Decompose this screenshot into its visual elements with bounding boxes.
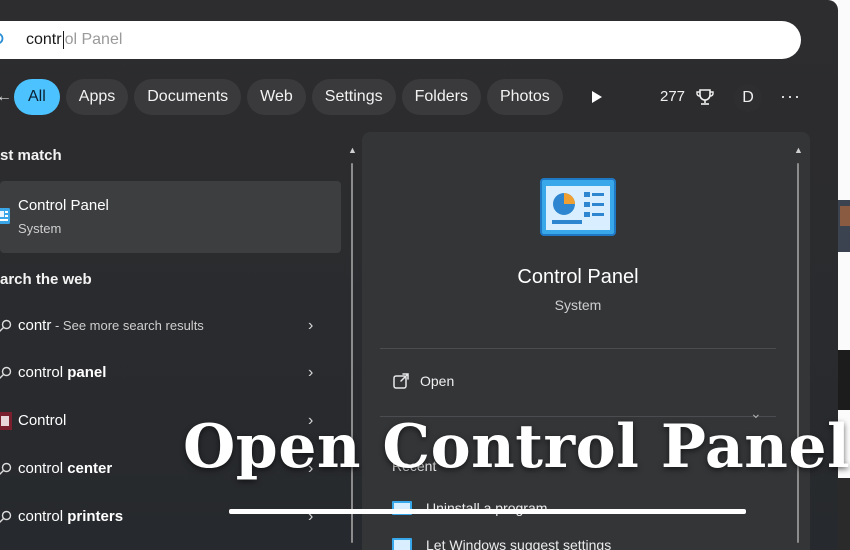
best-match-title: Control Panel: [18, 197, 109, 214]
web-result-text: control panel: [18, 364, 107, 381]
divider: [380, 348, 776, 349]
web-result-text: control printers: [18, 508, 124, 525]
more-options-icon[interactable]: ···: [780, 86, 801, 107]
chevron-right-icon: ›: [308, 364, 314, 381]
background-thumbnail: [838, 200, 850, 252]
detail-title: Control Panel: [517, 266, 639, 288]
web-result-text: Control: [18, 412, 67, 429]
search-icon: [0, 462, 12, 475]
detail-subtitle: System: [554, 297, 602, 313]
scroll-up-arrow-icon[interactable]: ▲: [794, 145, 803, 155]
recent-item-label: Let Windows suggest settings: [426, 537, 612, 550]
filter-bar: ← All Apps Documents Web Settings Folder…: [0, 78, 615, 116]
filter-chip-settings[interactable]: Settings: [311, 79, 396, 115]
background-dark-block: [838, 478, 850, 550]
web-result-item[interactable]: control panel ›: [0, 354, 330, 394]
search-icon: [0, 33, 4, 44]
open-label: Open: [420, 373, 455, 389]
background-dark-block: [838, 350, 850, 410]
search-input[interactable]: contr ol Panel: [0, 21, 801, 59]
search-autocomplete-text: ol Panel: [64, 31, 123, 48]
filter-chip-documents[interactable]: Documents: [134, 79, 242, 115]
control-panel-large-icon: [540, 178, 616, 236]
results-scrollbar[interactable]: ▲: [348, 145, 357, 550]
search-typed-text: contr: [26, 31, 62, 48]
filter-chip-folders[interactable]: Folders: [401, 79, 481, 115]
rewards-points-count[interactable]: 277: [660, 88, 685, 105]
web-result-item[interactable]: control printers ›: [0, 498, 330, 538]
best-match-heading: st match: [0, 147, 62, 164]
search-web-heading: arch the web: [0, 271, 92, 288]
web-result-text: contr - See more search results: [18, 317, 204, 334]
text-caret: [62, 31, 64, 49]
search-icon: [0, 510, 12, 523]
best-match-subtitle: System: [18, 221, 62, 236]
overlay-caption-title: Open Control Panel: [183, 412, 850, 482]
search-icon: [0, 366, 12, 379]
scrollbar-thumb[interactable]: [351, 163, 353, 543]
chevron-right-icon: ›: [308, 317, 314, 334]
rewards-trophy-icon[interactable]: [695, 87, 715, 107]
overlay-caption-underline: [229, 509, 746, 514]
filter-chip-apps[interactable]: Apps: [65, 79, 129, 115]
best-match-result[interactable]: [0, 181, 341, 253]
filter-chip-photos[interactable]: Photos: [486, 79, 563, 115]
account-avatar[interactable]: D: [734, 84, 762, 112]
scroll-up-arrow-icon[interactable]: ▲: [348, 145, 357, 155]
recent-item[interactable]: Let Windows suggest settings: [392, 537, 611, 550]
control-panel-small-icon: [392, 538, 412, 550]
control-panel-small-icon: [0, 208, 10, 224]
web-result-text: control center: [18, 460, 113, 477]
filter-chip-all[interactable]: All: [14, 79, 60, 115]
back-arrow-icon[interactable]: ←: [0, 88, 12, 106]
detail-scrollbar[interactable]: ▲: [794, 145, 803, 550]
results-list: st match Control Panel System arch the w…: [0, 132, 345, 550]
more-filters-button[interactable]: [579, 79, 615, 115]
filter-chip-web[interactable]: Web: [247, 79, 306, 115]
control-brand-icon: [0, 412, 12, 430]
scrollbar-thumb[interactable]: [797, 163, 799, 543]
open-action[interactable]: Open: [392, 372, 454, 390]
detail-pane: Control Panel System Open ⌄ Recent Unins…: [362, 132, 810, 550]
web-result-item[interactable]: contr - See more search results ›: [0, 307, 330, 347]
search-icon: [0, 319, 12, 332]
open-external-icon: [393, 373, 409, 389]
play-icon: [591, 91, 602, 103]
